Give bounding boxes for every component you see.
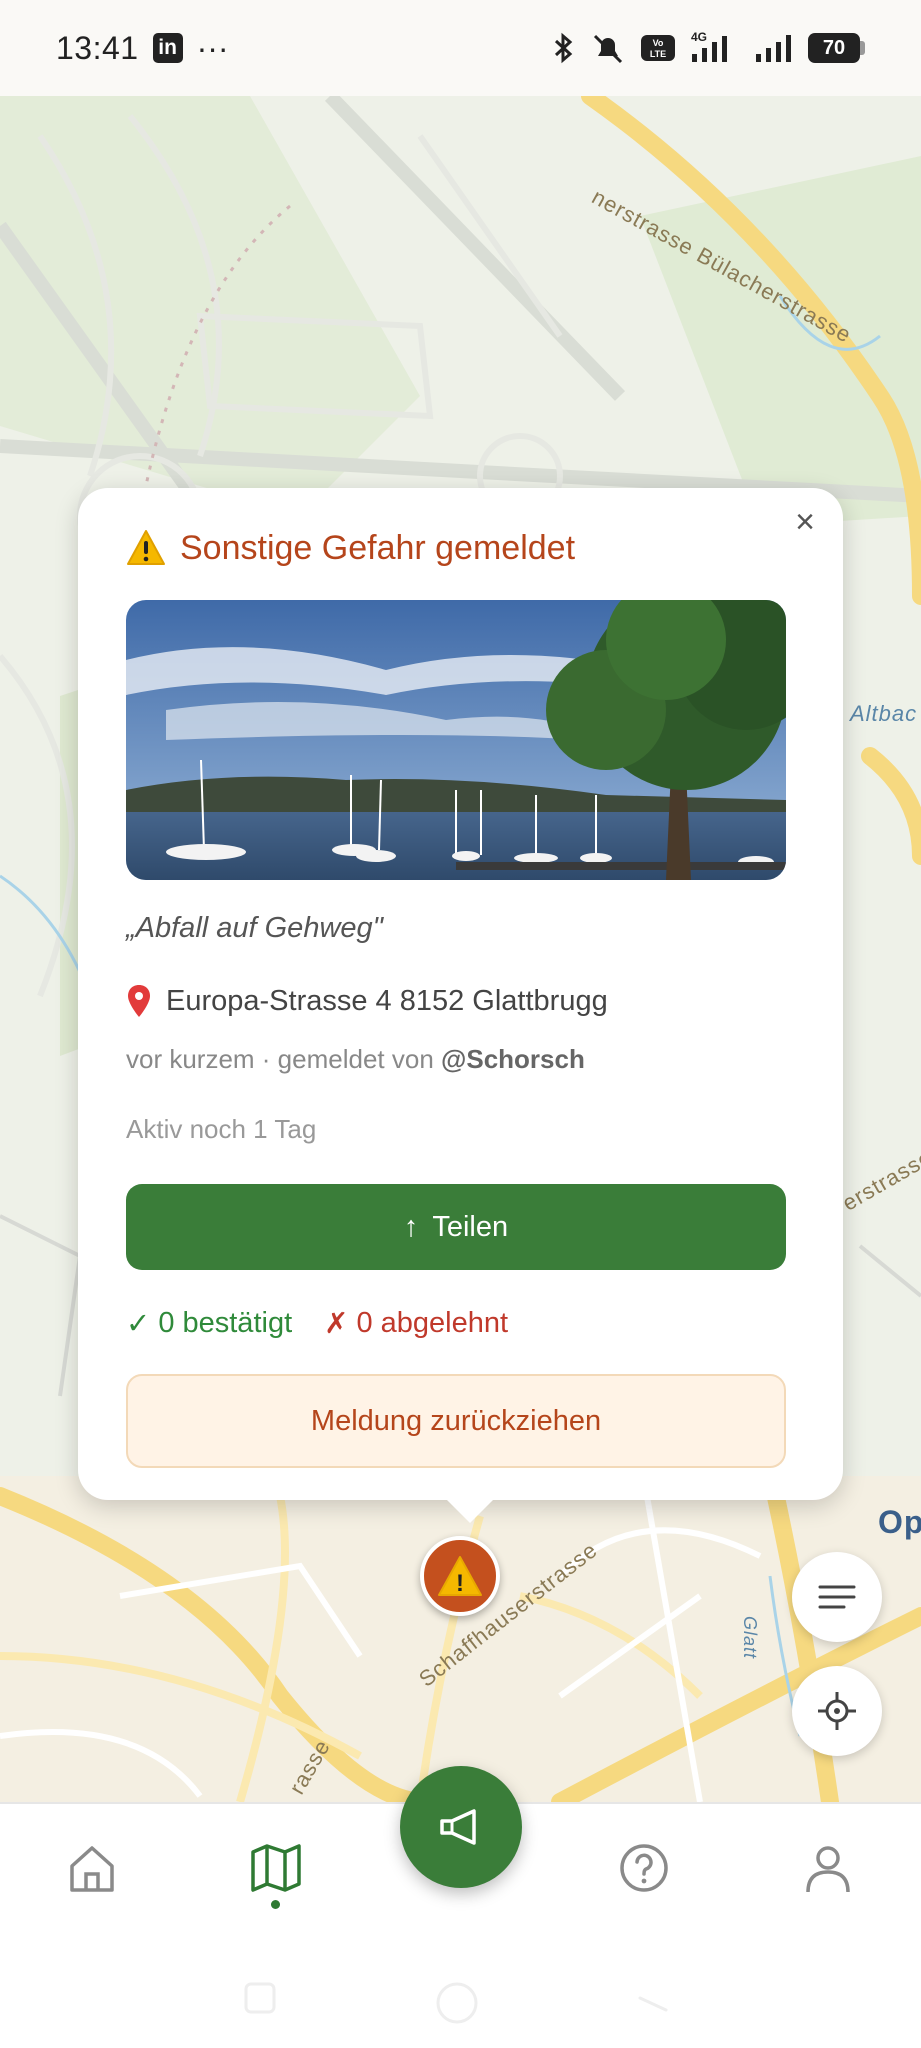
- profile-icon: [806, 1846, 850, 1893]
- report-description: „Abfall auf Gehweg": [126, 912, 383, 944]
- warning-icon: [127, 530, 165, 565]
- svg-text:!: !: [456, 1570, 464, 1597]
- signal-4g-icon: 4G: [691, 30, 727, 62]
- system-navigation-bar: [0, 1948, 921, 2048]
- share-button[interactable]: ↑ Teilen: [126, 1184, 786, 1270]
- nav-home[interactable]: [62, 1838, 122, 1898]
- map-label-altbach: Altbac: [850, 701, 918, 726]
- map-label-op: Op: [878, 1504, 921, 1540]
- svg-text:Vo: Vo: [653, 38, 664, 48]
- nav-map[interactable]: [246, 1838, 306, 1898]
- bluetooth-icon: [554, 32, 573, 64]
- location-pin-icon: [128, 985, 150, 1017]
- status-bar-left: 13:41 in ···: [56, 30, 229, 67]
- popup-pointer: [446, 1499, 494, 1523]
- linkedin-icon: in: [152, 33, 183, 63]
- hazard-report-popup: × Sonstige Gefahr gemeldet „Abfall auf G…: [78, 488, 843, 1500]
- home-icon: [70, 1846, 114, 1892]
- checkmark-icon: ✓: [126, 1308, 151, 1340]
- rejected-label: 0 abgelehnt: [356, 1307, 509, 1339]
- address-text: Europa-Strasse 4 8152 Glattbrugg: [166, 984, 608, 1017]
- map-icon: [251, 1844, 301, 1892]
- svg-text:LTE: LTE: [650, 49, 666, 59]
- mute-icon: [593, 34, 623, 64]
- rejected-count: ✗ 0 abgelehnt: [324, 1306, 508, 1341]
- nav-profile[interactable]: [798, 1838, 858, 1898]
- back-gesture-icon[interactable]: [634, 1980, 670, 2016]
- share-arrow-icon: ↑: [403, 1210, 419, 1243]
- share-label: Teilen: [432, 1210, 509, 1243]
- warning-icon: !: [438, 1556, 482, 1597]
- menu-lines-icon: [818, 1585, 856, 1609]
- confirmed-label: 0 bestätigt: [158, 1307, 293, 1339]
- report-photo[interactable]: [126, 600, 786, 880]
- status-bar: 13:41 in ··· Vo LTE 4G 70: [0, 0, 921, 96]
- help-icon: [620, 1844, 668, 1892]
- volte-icon: Vo LTE: [641, 35, 675, 61]
- svg-text:4G: 4G: [691, 30, 707, 44]
- more-notifications-icon: ···: [196, 29, 229, 66]
- status-bar-right: Vo LTE 4G 70: [550, 30, 865, 66]
- crosshair-icon: [818, 1692, 856, 1730]
- report-hazard-button[interactable]: [400, 1766, 522, 1888]
- reporter-username[interactable]: @Schorsch: [441, 1044, 585, 1074]
- cross-icon: ✗: [324, 1308, 349, 1340]
- popup-title: Sonstige Gefahr gemeldet: [126, 528, 575, 568]
- home-gesture-icon[interactable]: [434, 1980, 480, 2026]
- active-nav-indicator: [271, 1900, 280, 1909]
- lake-photo-illustration: [126, 600, 786, 880]
- hazard-map-marker[interactable]: !: [420, 1536, 500, 1616]
- megaphone-icon: [440, 1809, 476, 1845]
- report-meta: vor kurzem · gemeldet von @Schorsch: [126, 1044, 585, 1075]
- locate-me-button[interactable]: [792, 1666, 882, 1756]
- battery-icon: 70: [808, 33, 865, 63]
- vote-counts: ✓ 0 bestätigt ✗ 0 abgelehnt: [126, 1306, 508, 1341]
- confirmed-count: ✓ 0 bestätigt: [126, 1306, 292, 1341]
- withdraw-report-button[interactable]: Meldung zurückziehen: [126, 1374, 786, 1468]
- map-label-glatt: Glatt: [740, 1616, 760, 1660]
- active-duration: Aktiv noch 1 Tag: [126, 1114, 317, 1144]
- close-popup-button[interactable]: ×: [783, 500, 827, 544]
- battery-level: 70: [808, 33, 860, 63]
- list-view-button[interactable]: [792, 1552, 882, 1642]
- meta-prefix: vor kurzem · gemeldet von: [126, 1044, 442, 1074]
- report-address: Europa-Strasse 4 8152 Glattbrugg: [126, 984, 608, 1018]
- status-time: 13:41: [56, 29, 139, 66]
- signal-icon: [756, 35, 791, 62]
- nav-help[interactable]: [614, 1838, 674, 1898]
- popup-title-text: Sonstige Gefahr gemeldet: [180, 528, 576, 567]
- recent-apps-icon[interactable]: [242, 1980, 278, 2016]
